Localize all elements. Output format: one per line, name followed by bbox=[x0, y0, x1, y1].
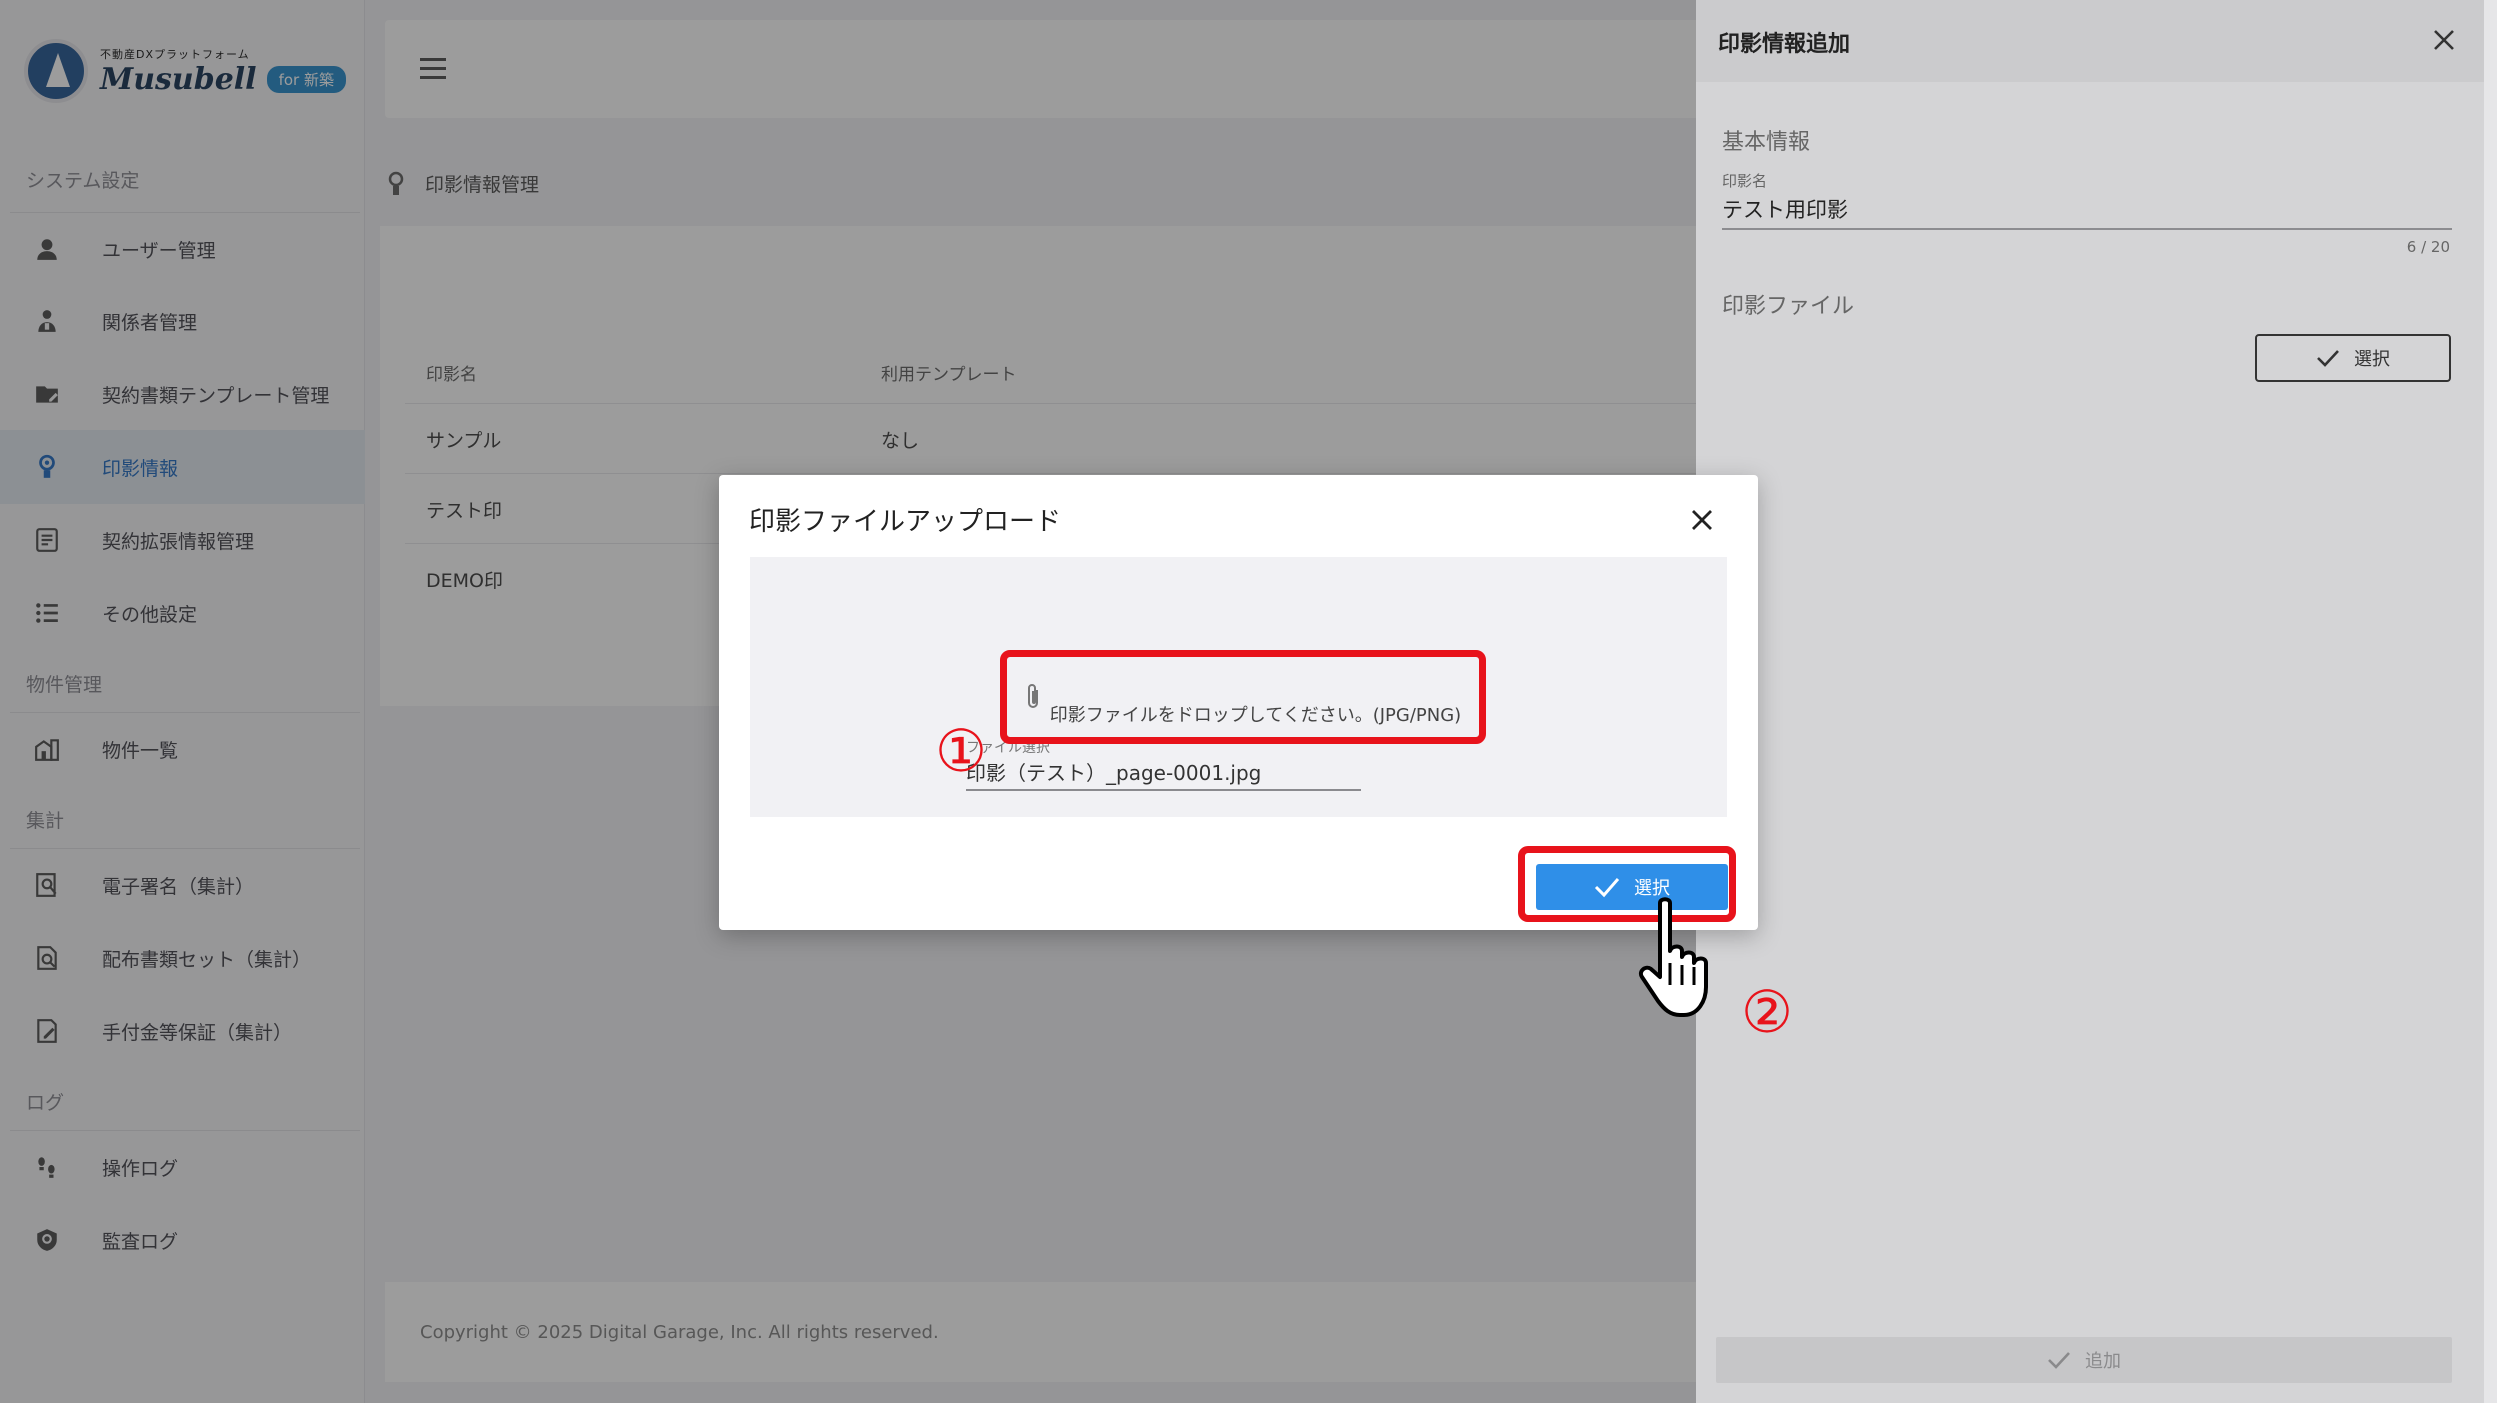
check-icon bbox=[2317, 350, 2339, 367]
close-icon[interactable] bbox=[1685, 503, 1719, 537]
seal-name-input[interactable]: テスト用印影 bbox=[1722, 194, 1848, 224]
drawer-select-label: 選択 bbox=[2354, 349, 2390, 370]
scrollbar[interactable] bbox=[2484, 0, 2497, 1403]
seal-file-heading: 印影ファイル bbox=[1722, 294, 1855, 319]
add-seal-drawer: 印影情報追加 基本情報 印影名 テスト用印影 6 / 20 印影ファイル 選択 … bbox=[1696, 0, 2484, 1403]
seal-name-underline bbox=[1722, 228, 2452, 230]
drawer-title: 印影情報追加 bbox=[1718, 32, 1851, 57]
divider bbox=[0, 1403, 2497, 1407]
close-icon[interactable] bbox=[2426, 22, 2462, 58]
annotation-step-2: ② bbox=[1741, 978, 1793, 1046]
file-select-underline bbox=[966, 789, 1361, 791]
check-icon bbox=[2048, 1352, 2070, 1369]
seal-name-label: 印影名 bbox=[1722, 172, 1768, 190]
annotation-step-1: ① bbox=[935, 717, 987, 785]
drawer-select-button[interactable]: 選択 bbox=[2255, 334, 2451, 382]
dialog-title: 印影ファイルアップロード bbox=[749, 507, 1062, 537]
file-select-value[interactable]: 印影（テスト）_page-0001.jpg bbox=[966, 757, 1261, 786]
drawer-add-button[interactable]: 追加 bbox=[1716, 1337, 2452, 1383]
annotation-highlight-file bbox=[1000, 650, 1486, 744]
drawer-add-label: 追加 bbox=[2085, 1351, 2121, 1372]
basic-info-heading: 基本情報 bbox=[1722, 130, 1811, 155]
hand-cursor-icon bbox=[1639, 897, 1708, 1017]
file-select-field[interactable]: ファイル選択 印影（テスト）_page-0001.jpg bbox=[966, 737, 1396, 799]
seal-name-counter: 6 / 20 bbox=[2406, 238, 2450, 256]
